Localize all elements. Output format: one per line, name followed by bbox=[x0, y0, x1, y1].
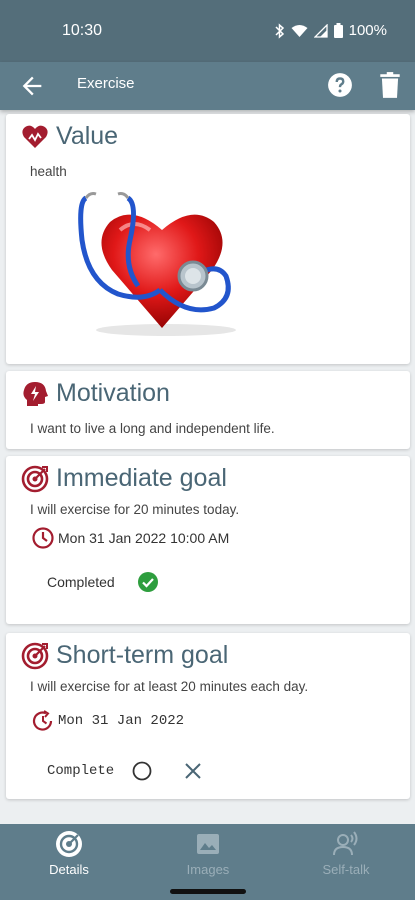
short-term-goal-title: Short-term goal bbox=[56, 641, 229, 669]
app-bar: Exercise bbox=[0, 62, 415, 110]
immediate-goal-card-header: Immediate goal bbox=[21, 464, 227, 493]
short-term-goal-date-row[interactable]: Mon 31 Jan 2022 bbox=[31, 709, 184, 733]
target-icon bbox=[21, 642, 49, 669]
page-title: Exercise bbox=[77, 75, 135, 92]
target-icon bbox=[21, 465, 49, 492]
short-term-goal-date: Mon 31 Jan 2022 bbox=[58, 713, 185, 729]
short-term-goal-status-row: Complete bbox=[47, 761, 202, 781]
motivation-card-header: Motivation bbox=[21, 379, 170, 408]
immediate-goal-card: Immediate goal I will exercise for 20 mi… bbox=[6, 456, 410, 624]
nav-item-details[interactable]: Details bbox=[4, 830, 134, 877]
value-card-header: Value bbox=[21, 122, 118, 151]
status-time: 10:30 bbox=[62, 22, 103, 39]
nav-item-images[interactable]: Images bbox=[143, 830, 273, 877]
voice-icon bbox=[333, 831, 358, 856]
immediate-goal-date: Mon 31 Jan 2022 10:00 AM bbox=[58, 530, 230, 546]
status-bar: 10:30 100% bbox=[0, 0, 415, 62]
immediate-goal-title: Immediate goal bbox=[56, 464, 227, 492]
bluetooth-icon bbox=[275, 22, 284, 39]
short-term-goal-card-header: Short-term goal bbox=[21, 641, 228, 670]
back-arrow-icon[interactable] bbox=[18, 72, 46, 100]
motivation-card: Motivation I want to live a long and ind… bbox=[6, 371, 410, 449]
immediate-goal-status-label: Completed bbox=[47, 574, 115, 590]
value-text: health bbox=[30, 164, 67, 179]
signal-icon bbox=[313, 23, 328, 38]
nav-label-self-talk: Self-talk bbox=[322, 862, 370, 877]
short-term-goal-status-label: Complete bbox=[47, 763, 115, 779]
nav-item-self-talk[interactable]: Self-talk bbox=[281, 830, 411, 877]
short-term-goal-text: I will exercise for at least 20 minutes … bbox=[30, 679, 309, 694]
short-term-goal-card: Short-term goal I will exercise for at l… bbox=[6, 633, 410, 799]
nav-label-images: Images bbox=[186, 862, 230, 877]
battery-percent: 100% bbox=[348, 22, 387, 39]
check-circle-icon[interactable] bbox=[137, 572, 158, 592]
battery-icon bbox=[333, 23, 343, 38]
heart-hand-icon bbox=[22, 125, 48, 148]
close-icon[interactable] bbox=[184, 762, 202, 780]
nav-label-details: Details bbox=[49, 862, 89, 877]
wifi-icon bbox=[291, 24, 308, 37]
image-icon bbox=[197, 834, 219, 854]
target-icon bbox=[56, 831, 82, 857]
radio-circle-icon[interactable] bbox=[132, 761, 152, 781]
motivation-text: I want to live a long and independent li… bbox=[30, 421, 275, 436]
goal-details-list[interactable]: Value health Motivation I want to live a… bbox=[0, 110, 415, 824]
delete-icon[interactable] bbox=[377, 71, 403, 99]
value-title: Value bbox=[56, 122, 119, 150]
status-icons: 100% bbox=[275, 22, 387, 39]
motivation-title: Motivation bbox=[56, 379, 170, 407]
motivation-head-icon bbox=[23, 381, 48, 406]
help-icon[interactable] bbox=[327, 72, 353, 98]
immediate-goal-status-row: Completed bbox=[47, 572, 158, 592]
clock-refresh-icon bbox=[32, 710, 53, 731]
immediate-goal-date-row[interactable]: Mon 31 Jan 2022 10:00 AM bbox=[31, 526, 229, 550]
value-card: Value health bbox=[6, 114, 410, 364]
heart-stethoscope-image bbox=[78, 192, 236, 336]
gesture-bar[interactable] bbox=[170, 889, 246, 894]
immediate-goal-text: I will exercise for 20 minutes today. bbox=[30, 502, 240, 517]
clock-icon bbox=[32, 527, 54, 549]
